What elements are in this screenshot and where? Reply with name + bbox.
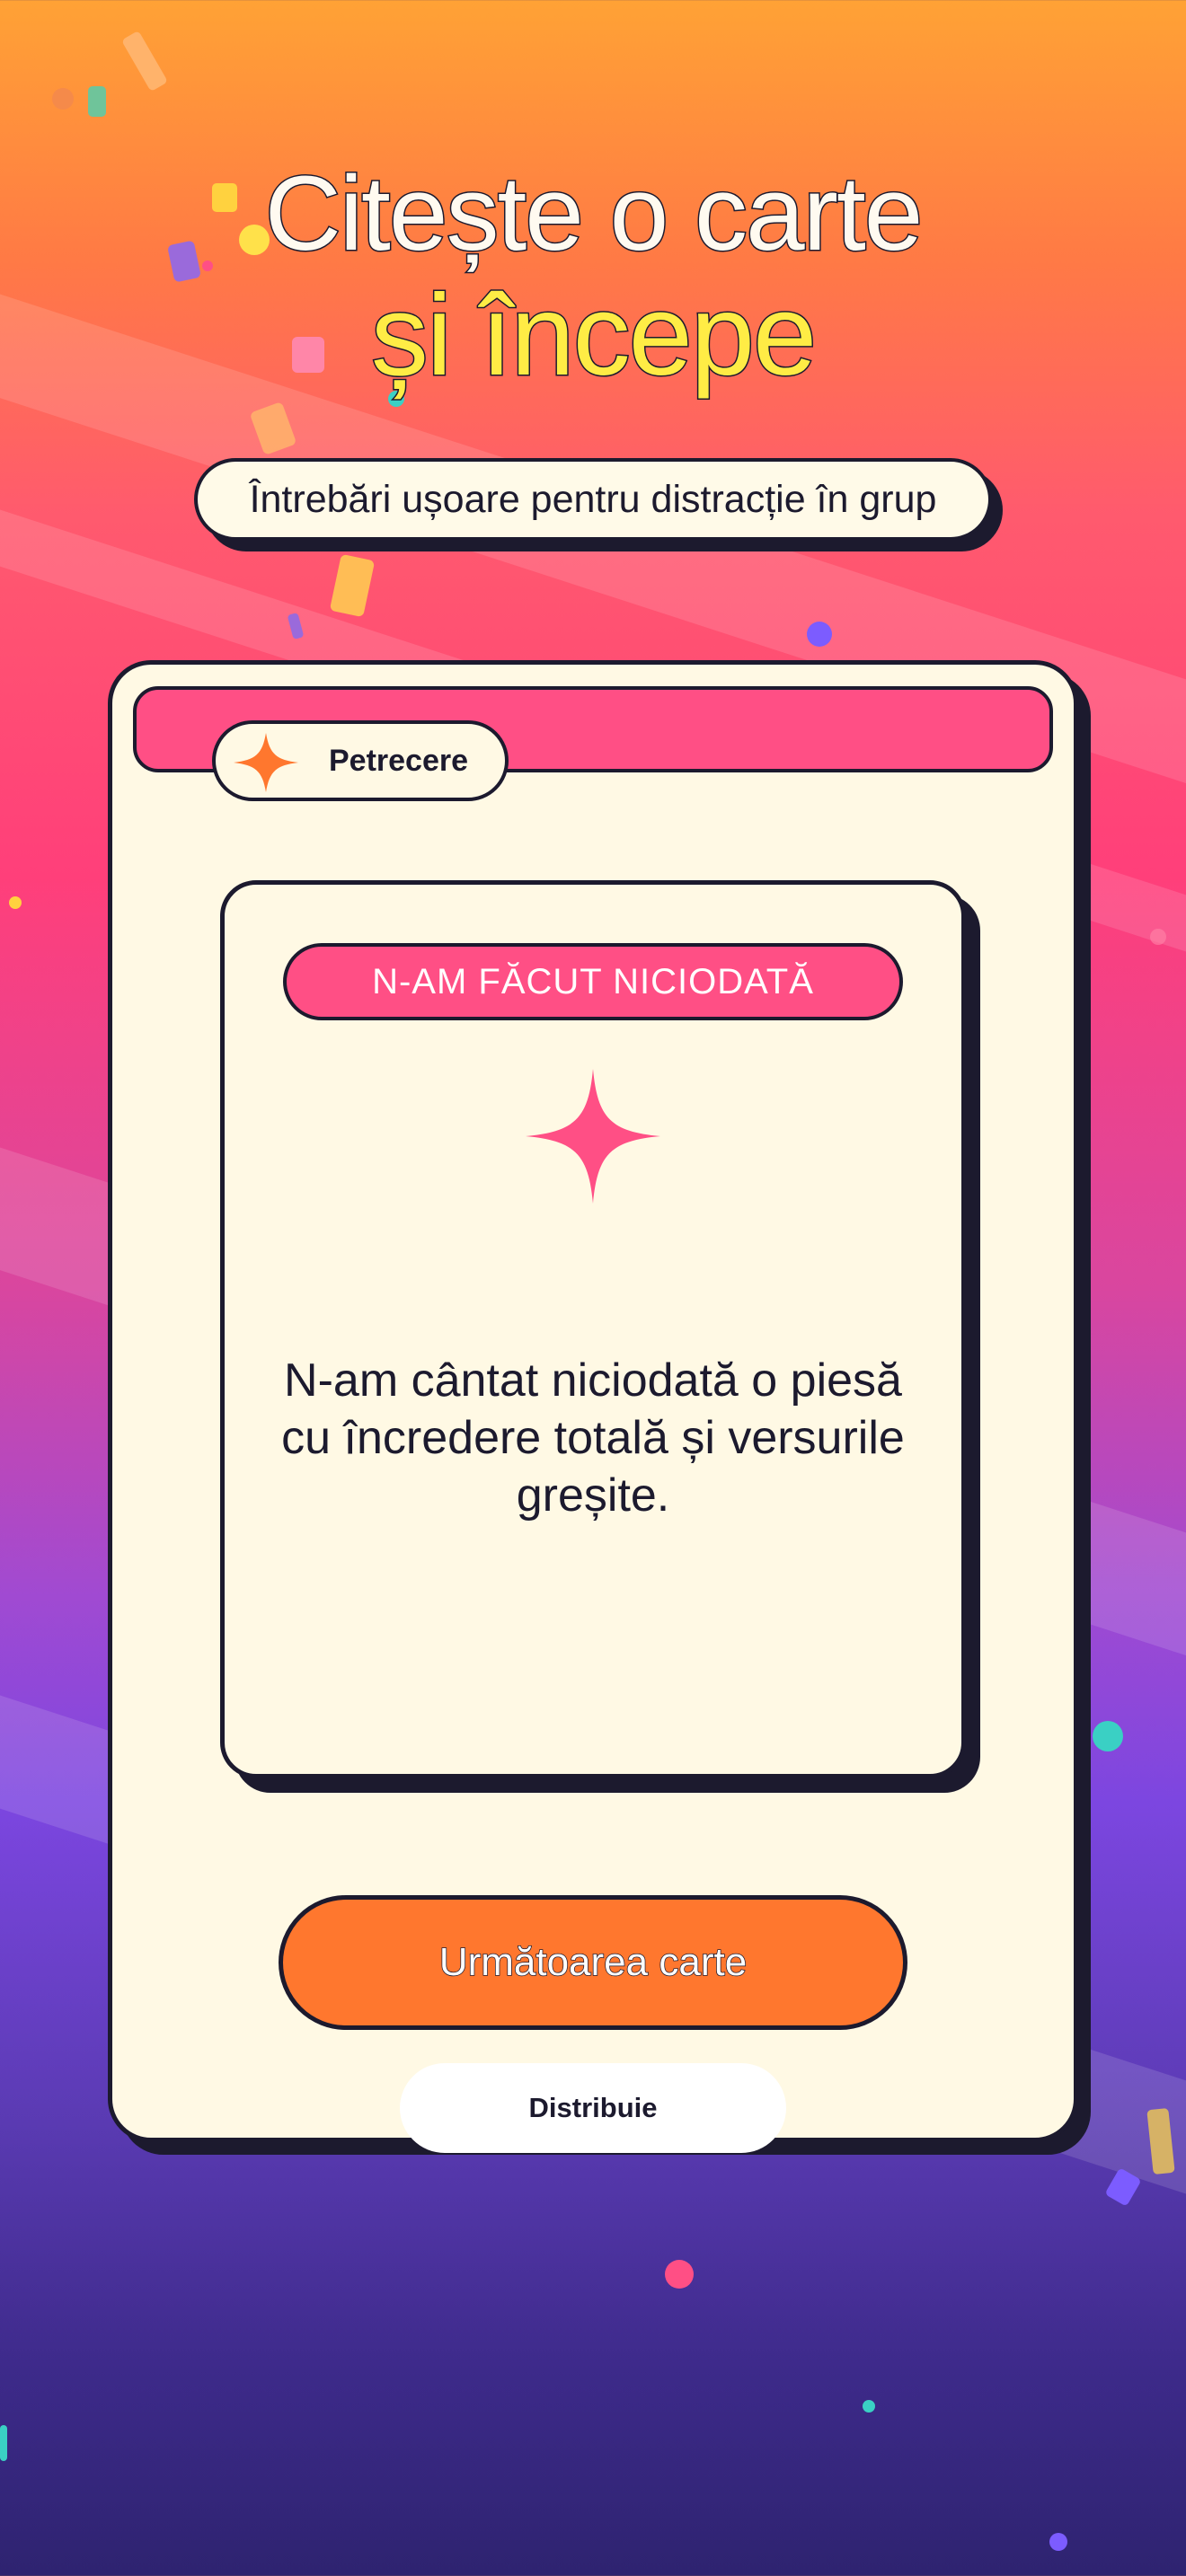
sparkle-icon (526, 1069, 660, 1204)
confetti (863, 2400, 875, 2413)
confetti (329, 553, 376, 618)
four-point-star-icon (234, 733, 298, 792)
title-line-2: și începe (369, 270, 818, 401)
confetti (1049, 2533, 1067, 2551)
next-card-button[interactable]: Următoarea carte (279, 1895, 907, 2030)
subtitle-pill: Întrebări ușoare pentru distracție în gr… (194, 458, 992, 541)
category-label: Petrecere (329, 744, 469, 778)
category-pill[interactable]: Petrecere (212, 720, 509, 801)
confetti (1093, 1721, 1123, 1751)
confetti (665, 2260, 694, 2289)
confetti (807, 622, 832, 647)
confetti (9, 896, 22, 909)
title-line-1: Citește o carte (263, 154, 925, 275)
confetti (88, 86, 106, 117)
confetti (1150, 929, 1166, 945)
confetti (52, 88, 74, 110)
confetti (120, 30, 169, 93)
card-statement: N-am cântat niciodată o piesă cu încrede… (281, 1354, 905, 1522)
share-button[interactable]: Distribuie (400, 2063, 786, 2153)
card-type-tag: N-AM FĂCUT NICIODATĂ (283, 943, 903, 1020)
confetti (0, 2425, 7, 2461)
